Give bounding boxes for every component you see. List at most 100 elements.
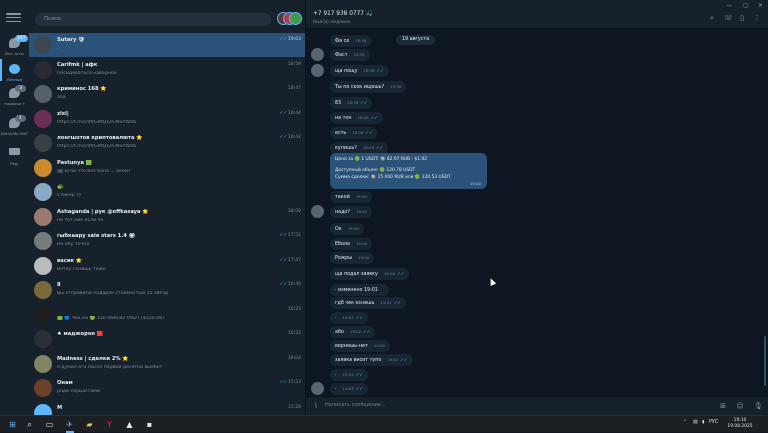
message-time: 18:56 [363,68,375,73]
chat-list-item[interactable]: Pastunya 🟩 🖼 Если что без бана ... окей? [29,156,305,180]
message-bubble[interactable]: або 19:02 ✓✓ [330,326,376,338]
telegram-taskbar-icon[interactable]: ✈ [64,419,75,430]
chat-list-item[interactable]: васик ⭐ Ветку гонишь тоже ✓✓17:47 [29,254,305,278]
phone-icon[interactable]: ☏ [724,14,733,22]
message-input[interactable]: Написать сообщение... [325,402,386,408]
message-bubble[interactable]: надо? 19:00 [330,206,373,218]
scrollbar[interactable] [764,336,766,386]
chat-list-panel: Поиск Sutary 🛡. ✓✓19:03 Carifmk | афк Посид… [29,0,306,415]
message-area[interactable]: 19 августа Фа се 18:56 Фаст 18:56 ща пощу 18:… [306,29,768,396]
message-bubble[interactable]: на тон 18:58 ✓✓ [330,112,383,124]
exchange-offer-message[interactable]: Цена за 🟢 1 USDT: 🔘 82.97 RUB - $1.02 До… [330,153,487,189]
message-text: · изменено 19:01 [335,288,378,293]
folder-nft-channels[interactable]: 1 КАНАЛЫ НФТ [0,115,29,146]
chat-list-item[interactable]: ♠ маджорон 🟥 16:22 [29,327,305,351]
story-avatar[interactable] [289,12,302,25]
message-bubble[interactable]: 83 18:58 ✓✓ [330,97,373,109]
chat-header[interactable]: +7 917 938 0777 🎣 был(а) недавно ⌕ ☏ ▯ ⋮… [306,0,768,29]
chat-list-item[interactable]: Madness | сделки 2% ⭐ я думал его после п… [29,352,305,376]
message-bubble[interactable]: такой 19:00 [330,191,372,203]
task-view-icon[interactable]: ▭ [44,419,55,430]
chat-list-item[interactable]: 🐢 Стикер 😔 [29,180,305,204]
stories-strip[interactable] [277,12,303,26]
chat-list-item[interactable]: Carifmk | афк Посидеваться наверное 18:59 [29,58,305,82]
chat-list-item[interactable]: гыбкаару sale stars 1.4 🏵 Не ебу точно ✓✓1… [29,229,305,253]
chat-time: 18:47 [288,86,301,91]
microphone-icon[interactable]: 🎙 [754,402,763,410]
volume-icon[interactable]: ◖ [702,420,705,425]
avatar [34,379,52,397]
maximize-icon[interactable]: ▢ [743,2,749,9]
folder-badge: 3 [15,85,26,92]
system-clock[interactable]: 19:10 19.08.2025 [723,418,757,430]
chat-list-item[interactable]: криминос 168 ⭐ ааа 18:47 [29,82,305,106]
message-bubble[interactable]: ща пощу 18:56 ✓✓ [330,65,389,77]
message-bubble[interactable]: · 19:02 ✓✓ [330,369,368,381]
message-bubble[interactable]: Рожры 19:00 [330,252,375,264]
chat-list-item[interactable]: Sutary 🛡. ✓✓19:03 [29,33,305,57]
folder-edit[interactable]: Ред. [0,146,29,176]
sidebar-toggle-icon[interactable]: ▯ [738,14,746,22]
tray-chevron-icon[interactable]: ⌃ [683,420,687,425]
message-bubble[interactable]: · изменено 19:01 [330,284,389,296]
chat-list-item[interactable]: 8 Вы отправили подарок стоимостью 15 звез… [29,278,305,302]
sender-avatar[interactable] [311,205,324,218]
message-bubble[interactable]: ща подал заявку 19:00 ✓✓ [330,268,410,280]
chat-preview: ааа [57,95,66,100]
read-check-icon: ✓✓ [370,115,378,120]
minimize-icon[interactable]: — [726,2,732,9]
chat-preview: я думал его после первой десятки выебет [57,364,163,370]
emoji-icon[interactable]: ☺ [736,402,744,410]
chat-preview: https://t.me/nft/GiftQxZCMSYWX6 [57,119,137,125]
chat-list-item[interactable]: Ashaganda | рук @offkasaya ⭐ не тот ник е… [29,205,305,229]
message-bubble[interactable]: Ты по скок ищешь? 18:56 [330,81,407,93]
read-check-icon: ✓✓ [355,315,363,320]
sender-avatar[interactable] [311,64,324,77]
avatar [34,403,52,415]
network-icon[interactable]: ▤ [693,420,698,425]
folder-label: Ред. [10,161,19,166]
sender-avatar[interactable] [311,382,324,395]
message-text: такой [335,195,350,200]
message-bubble[interactable]: вернешь-нет 19:02 [330,340,390,352]
chat-list-item[interactable]: zlxl| https://t.me/nft/GiftQxZCMSYWX6 ✓✓18… [29,107,305,131]
message-bubble[interactable]: · 19:03 ✓✓ [330,383,368,395]
chat-list-item[interactable]: M 15:28 [29,401,305,415]
more-icon[interactable]: ⋮ [753,14,761,22]
windows-start-icon[interactable]: ⊞ [7,419,18,430]
yandex-browser-icon[interactable]: Y [104,419,115,430]
language-indicator[interactable]: РУС [709,420,718,425]
message-bubble[interactable]: · 19:02 ✓✓ [330,312,368,324]
message-bubble[interactable]: Ебала 19:00 [330,238,373,250]
chat-title[interactable]: +7 917 938 0777 🎣 [313,11,373,17]
chat-list-item[interactable]: Онам ради сорцастами ✓✓15:53 [29,376,305,400]
offer-price: Цена за 🟢 1 USDT: 🔘 82.97 RUB - $1.02 [335,157,428,162]
chat-list-item[interactable]: 🟩 🔵 Чек на 🟢 150.068183 USDT ($150.06) 16… [29,303,305,327]
read-check-icon: ✓✓ [355,372,363,377]
gift-icon[interactable]: ⊞ [719,402,727,410]
app-icon[interactable]: ▲ [124,419,135,430]
message-bubble[interactable]: есть 18:58 ✓✓ [330,127,378,139]
message-bubble[interactable]: гдб чек оснешь 19:01 ✓✓ [330,297,406,309]
message-composer: ⌇ Написать сообщение... ⊞ ☺ 🎙 [306,396,768,415]
search-input[interactable]: Поиск [35,13,271,26]
message-bubble[interactable]: Фаст 18:56 [330,49,370,61]
message-bubble[interactable]: заявка висит тупо 19:02 ✓✓ [330,354,413,366]
chat-list-item[interactable]: лонгшотов криптовалюта ⭐ https://t.me/nft… [29,131,305,155]
message-bubble[interactable]: Фа се 18:56 [330,35,372,47]
menu-icon[interactable] [6,13,21,23]
offer-amount: Сумма сделки: 🔘 15 000 RUB или 🟢 120.53 … [335,175,451,180]
message-text: вернешь-нет [335,344,368,349]
message-bubble[interactable]: Ок 19:00 [330,223,364,235]
folder-gifts[interactable]: 3 подарки т [0,85,29,116]
chat-time: 16:23 [288,307,301,312]
read-check-icon: ✓✓ [279,380,288,385]
sender-avatar[interactable] [311,48,324,61]
search-icon[interactable]: ⌕ [24,419,35,430]
close-icon[interactable]: ✕ [758,2,763,9]
app-icon[interactable]: ▪ [144,419,155,430]
search-icon[interactable]: ⌕ [708,14,716,22]
attach-icon[interactable]: ⌇ [312,402,320,410]
file-explorer-icon[interactable]: ▰ [84,419,95,430]
chat-preview: Посидеваться наверное [57,70,117,76]
